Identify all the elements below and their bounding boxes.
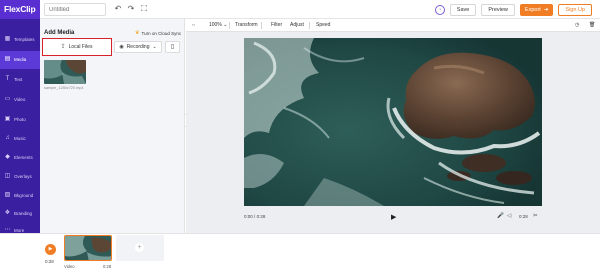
- clip-duration: 0:28: [103, 264, 112, 269]
- recording-label: Recording: [126, 44, 150, 50]
- elements-icon: ◆: [5, 154, 10, 160]
- local-files-label: Local Files: [68, 43, 93, 50]
- sidebar-item-label: Text: [14, 77, 23, 82]
- text-icon: T: [5, 76, 10, 82]
- volume-icon[interactable]: ◁: [507, 213, 511, 220]
- playback-time: 0:00 / 0:28: [244, 214, 265, 219]
- timeline-play-button[interactable]: ▶: [45, 244, 56, 255]
- thumbnail-filename: sample_1280x720.mp4: [44, 86, 84, 90]
- crown-icon: ♛: [135, 30, 140, 36]
- record-icon: ◉: [119, 44, 124, 50]
- sidebar-item-label: Music: [14, 136, 26, 141]
- filter-button[interactable]: Filter: [271, 19, 282, 32]
- play-icon: ▶: [48, 246, 53, 252]
- background-icon: ▧: [4, 192, 11, 198]
- current-time: 0:00: [244, 214, 253, 219]
- video-preview[interactable]: [244, 38, 542, 206]
- arrow-right-icon: ➜: [543, 6, 549, 13]
- sidebar-item-overlays[interactable]: ◫ Overlays: [0, 168, 40, 186]
- timeline-clip[interactable]: [64, 235, 112, 261]
- cloud-sync-link[interactable]: ♛ Turn on Cloud Sync: [135, 30, 181, 36]
- add-scene-button[interactable]: +: [116, 235, 164, 261]
- plus-icon: +: [135, 243, 144, 252]
- sidebar-item-text[interactable]: T Text: [0, 71, 40, 89]
- video-icon: ▭: [4, 96, 11, 102]
- sidebar-item-label: Photo: [14, 117, 26, 122]
- export-label: Export: [524, 6, 541, 13]
- local-files-button[interactable]: ⇪ Local Files: [46, 42, 107, 51]
- clip-label: Video: [64, 264, 75, 269]
- aspect-icon[interactable]: ⇔: [191, 19, 196, 32]
- undo-icon[interactable]: ↶: [113, 4, 123, 14]
- microphone-icon[interactable]: 🎤: [497, 213, 504, 220]
- sign-up-button[interactable]: Sign Up: [558, 3, 592, 16]
- media-icon: ▤: [4, 56, 11, 62]
- sidebar-item-label: Templates: [14, 37, 35, 42]
- sidebar-item-label: Overlays: [14, 174, 32, 179]
- expand-icon[interactable]: ⛶: [139, 4, 149, 14]
- thumbnail-image: [44, 60, 86, 84]
- trash-icon[interactable]: 🗑: [589, 19, 595, 32]
- preview-button[interactable]: Preview: [481, 3, 515, 16]
- history-icon[interactable]: ◷: [575, 19, 579, 32]
- branding-icon: ❖: [4, 210, 11, 216]
- timeline-time: 0:28: [45, 259, 54, 264]
- photo-icon: ▣: [4, 116, 11, 122]
- app-logo[interactable]: FlexClip: [0, 0, 40, 19]
- phone-icon: ▯: [170, 44, 175, 50]
- sidebar-item-label: Bkground: [14, 193, 34, 198]
- sidebar-item-label: Video: [14, 97, 26, 102]
- top-bar: FlexClip ↶ ↷ ⛶ ◔ Save Preview Export ➜ S…: [0, 0, 600, 19]
- sidebar-item-media[interactable]: ▤ Media: [0, 51, 40, 69]
- sidebar-item-branding[interactable]: ❖ Branding: [0, 205, 40, 223]
- panel-title: Add Media: [44, 30, 75, 36]
- sidebar-item-photo[interactable]: ▣ Photo: [0, 111, 40, 129]
- save-button[interactable]: Save: [449, 3, 477, 16]
- chevron-down-icon: ⌄: [223, 22, 228, 28]
- adjust-button[interactable]: Adjust: [290, 19, 304, 32]
- templates-icon: ▦: [4, 36, 11, 42]
- media-thumbnail[interactable]: [44, 60, 86, 84]
- toolbar-divider: [309, 22, 310, 29]
- overlays-icon: ◫: [4, 173, 11, 179]
- zoom-select[interactable]: 100% ⌄: [209, 19, 227, 32]
- project-title-input[interactable]: [44, 3, 106, 16]
- chat-icon[interactable]: ◔: [434, 4, 445, 15]
- speed-button[interactable]: Speed: [316, 19, 330, 32]
- duration-label: 0:28: [519, 214, 528, 219]
- sidebar-item-video[interactable]: ▭ Video: [0, 91, 40, 109]
- local-files-highlight: ⇪ Local Files: [42, 38, 112, 56]
- zoom-value: 100%: [209, 22, 222, 28]
- sidebar-item-templates[interactable]: ▦ Templates: [0, 31, 40, 49]
- music-icon: ♫: [5, 135, 10, 141]
- media-panel: Add Media ♛ Turn on Cloud Sync ⇪ Local F…: [40, 19, 185, 233]
- scissors-icon[interactable]: ✂: [533, 213, 538, 220]
- sidebar-item-background[interactable]: ▧ Bkground: [0, 187, 40, 205]
- toolbar-divider: [229, 22, 230, 29]
- phone-upload-button[interactable]: ▯: [165, 41, 180, 53]
- video-frame-image: [244, 38, 542, 206]
- toolbar-divider: [261, 22, 262, 29]
- sidebar-item-elements[interactable]: ◆ Elements: [0, 149, 40, 167]
- sidebar-item-label: Elements: [14, 155, 33, 160]
- recording-dropdown[interactable]: ◉ Recording ⌄: [114, 41, 162, 53]
- time-separator: /: [254, 214, 256, 219]
- sidebar-item-label: Media: [14, 57, 27, 62]
- sidebar-item-music[interactable]: ♫ Music: [0, 130, 40, 148]
- transform-button[interactable]: Transform: [235, 19, 258, 32]
- play-icon[interactable]: ▶: [391, 214, 398, 221]
- upload-icon: ⇪: [60, 44, 66, 50]
- redo-icon[interactable]: ↷: [126, 4, 136, 14]
- sidebar: ▦ Templates ▤ Media T Text ▭ Video ▣ Pho…: [0, 19, 40, 233]
- edit-toolbar: ⇔ 100% ⌄ Transform Filter Adjust Speed ◷…: [186, 19, 600, 32]
- chevron-down-icon: ⌄: [152, 44, 157, 50]
- clip-thumbnail: [65, 236, 111, 260]
- cloud-sync-label: Turn on Cloud Sync: [141, 30, 182, 36]
- sidebar-item-label: Branding: [14, 211, 33, 216]
- export-button[interactable]: Export ➜: [519, 3, 554, 16]
- total-time: 0:28: [256, 214, 266, 219]
